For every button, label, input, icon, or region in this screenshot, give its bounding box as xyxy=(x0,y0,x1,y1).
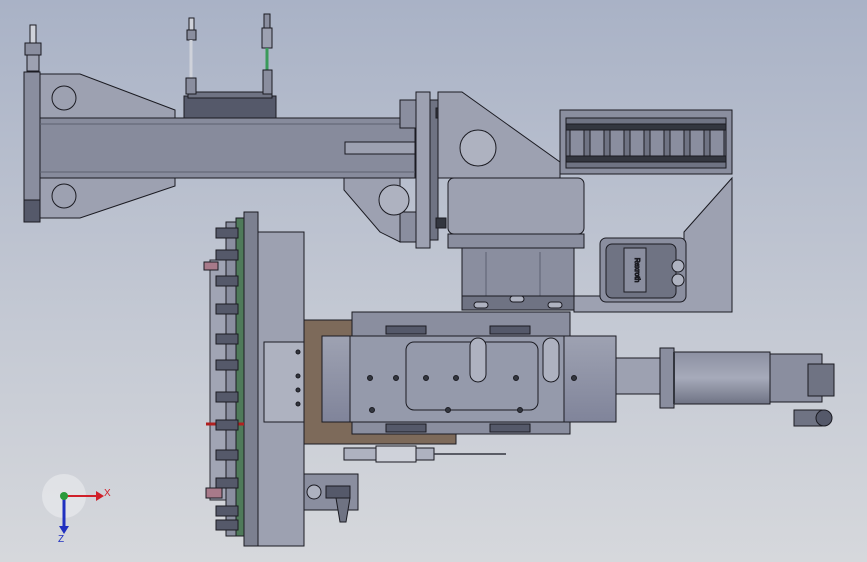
pneumatic-fitting xyxy=(215,477,239,489)
chain-link xyxy=(569,129,585,157)
motor-mount-bracket: Rexroth xyxy=(573,176,733,313)
cad-assembly-drawing: Rexroth X Z xyxy=(23,13,835,547)
chain-link xyxy=(629,129,645,157)
chain-link xyxy=(609,129,625,157)
mounting-hole xyxy=(369,407,375,413)
axis-z-label: Z xyxy=(58,534,64,545)
pneumatic-fitting xyxy=(215,303,239,315)
pneumatic-fitting xyxy=(215,391,239,403)
mounting-hole xyxy=(517,407,523,413)
pneumatic-fitting xyxy=(215,333,239,345)
end-effector-frame xyxy=(203,211,305,547)
mounting-hole xyxy=(445,407,451,413)
motor-brand-label: Rexroth xyxy=(633,258,640,283)
position-sensor xyxy=(343,445,506,463)
mounting-hole xyxy=(423,375,429,381)
mounting-hole xyxy=(367,375,373,381)
chain-link xyxy=(689,129,705,157)
gripper-clamp xyxy=(303,473,359,523)
chain-link xyxy=(669,129,685,157)
chain-link xyxy=(589,129,605,157)
vertical-slide-block xyxy=(447,177,585,311)
axis-triad: X Z xyxy=(42,474,111,545)
chain-link xyxy=(709,129,725,157)
pneumatic-fitting xyxy=(215,505,239,517)
pneumatic-fitting xyxy=(215,419,239,431)
mounting-hole xyxy=(571,375,577,381)
pneumatic-fitting xyxy=(215,249,239,261)
left-post-bolt xyxy=(24,24,42,72)
pneumatic-fitting xyxy=(215,227,239,239)
mounting-hole xyxy=(513,375,519,381)
pneumatic-fitting xyxy=(215,519,239,531)
pneumatic-fitting xyxy=(215,359,239,371)
pneumatic-fitting xyxy=(215,449,239,461)
pneumatic-fitting xyxy=(215,275,239,287)
top-sensor-block xyxy=(183,13,277,119)
cable-drag-chain xyxy=(559,109,733,175)
axis-x-label: X xyxy=(104,488,111,499)
linear-module xyxy=(303,311,617,445)
mounting-hole xyxy=(393,375,399,381)
chain-link xyxy=(649,129,665,157)
mounting-hole xyxy=(453,375,459,381)
servo-motor xyxy=(615,347,835,427)
